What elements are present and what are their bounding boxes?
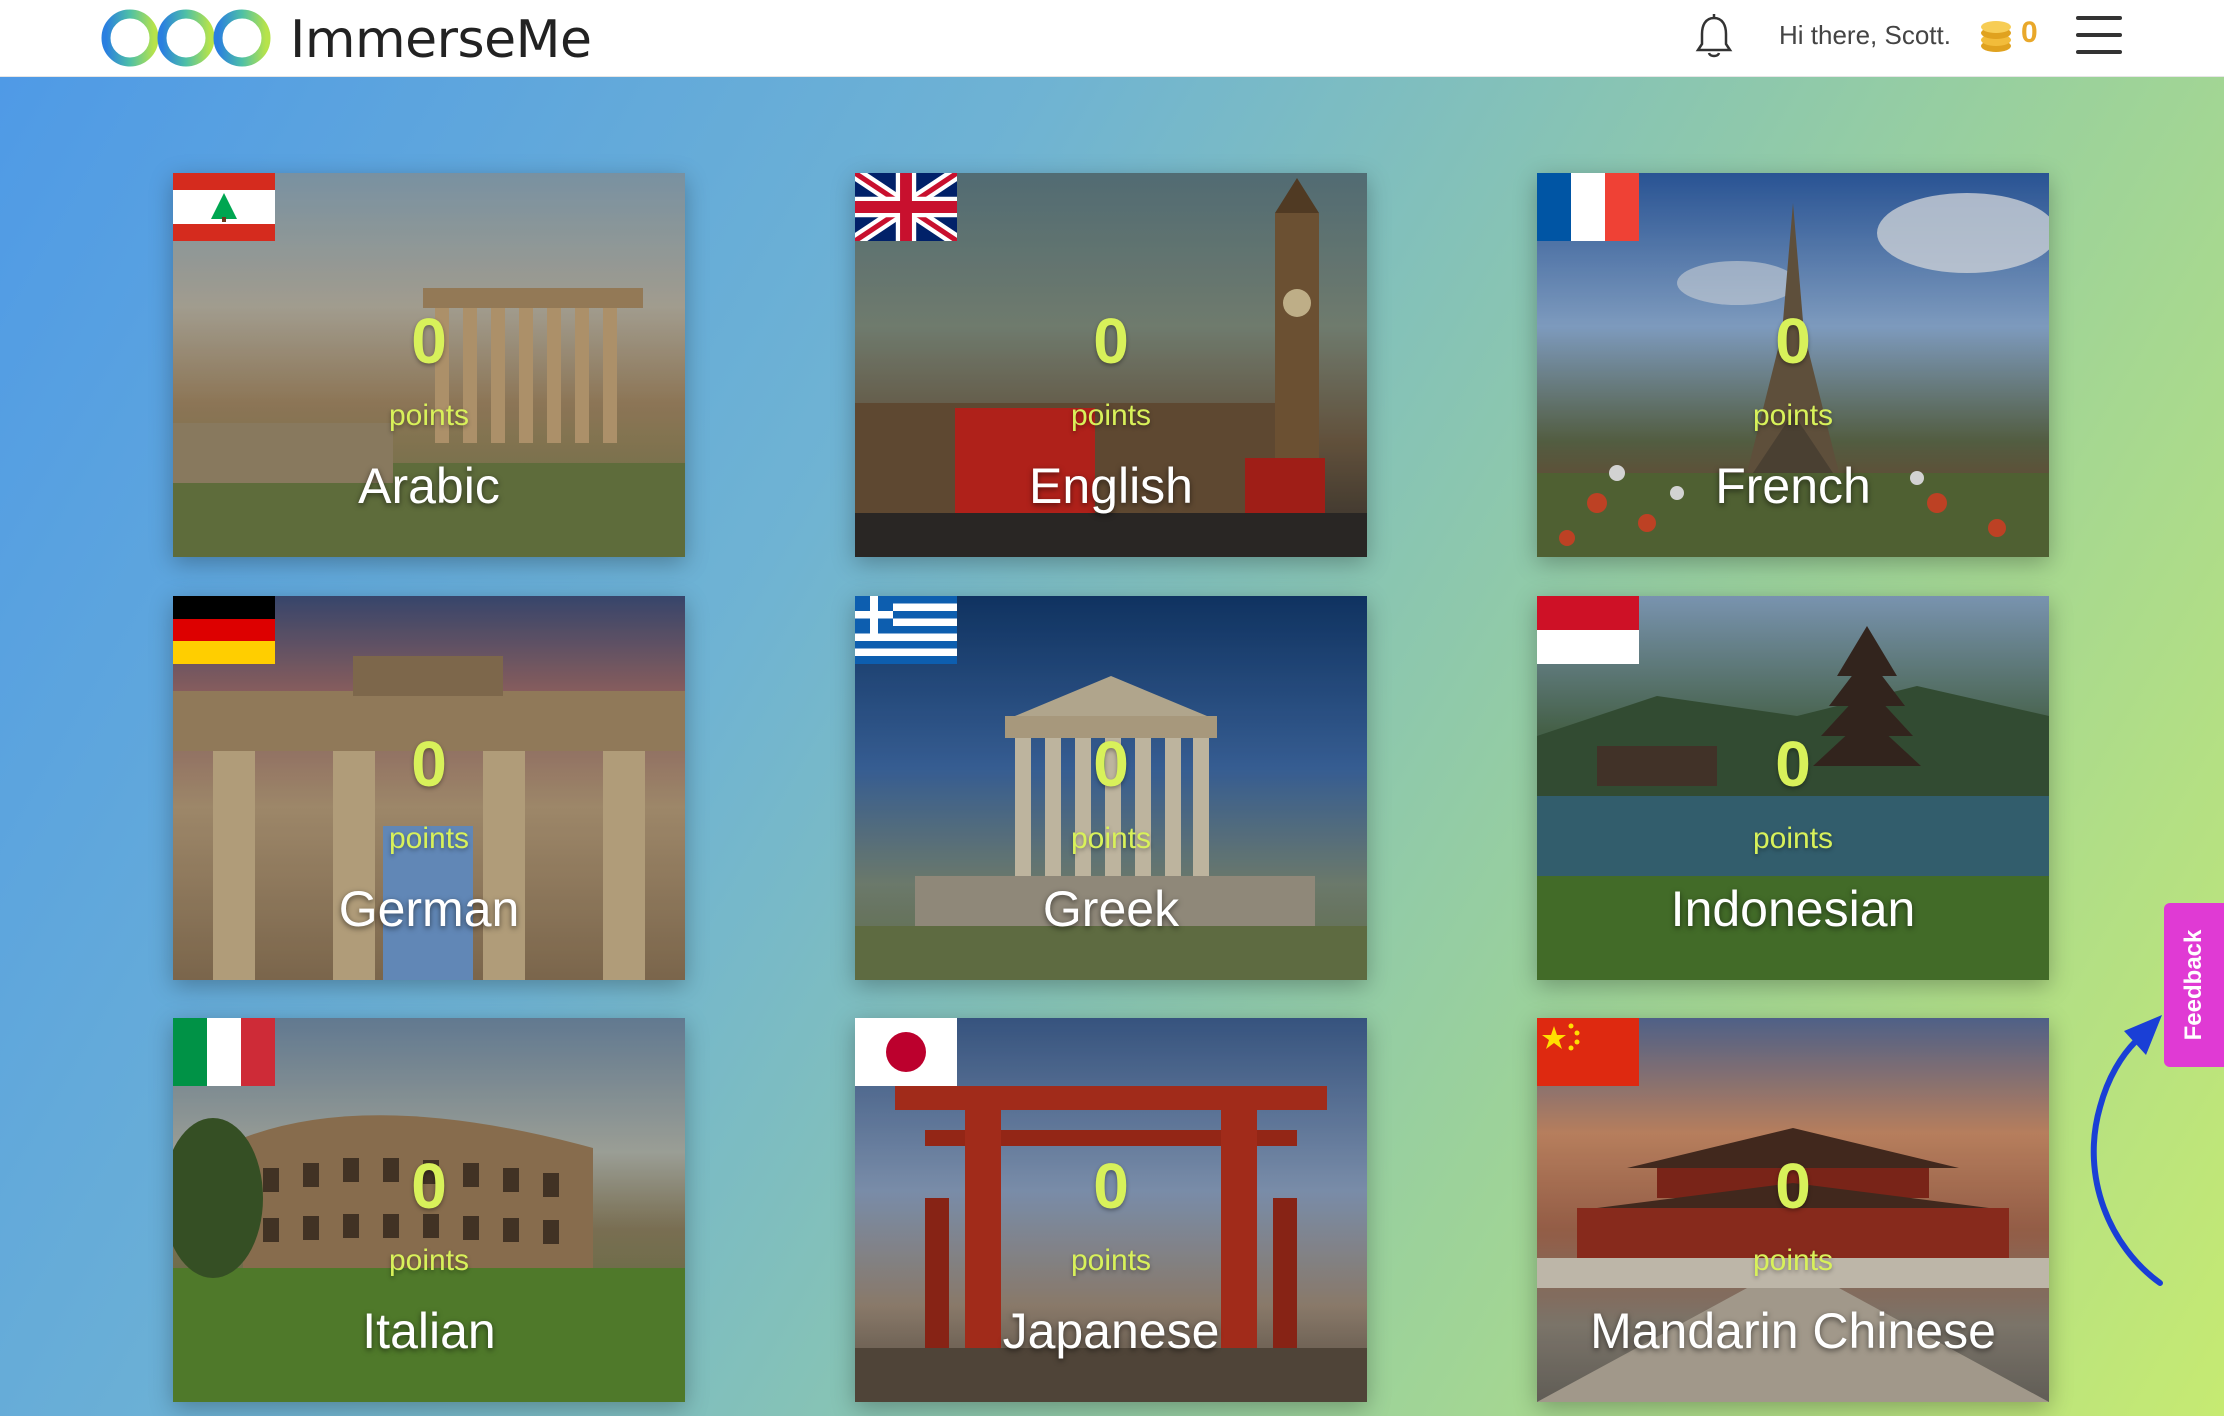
language-card-french[interactable]: 0 points French [1537,173,2049,557]
language-name: Indonesian [1670,881,1916,937]
points-value: 0 [411,728,447,800]
points-label: points [388,1244,470,1277]
language-name: Italian [362,1303,496,1359]
points-value: 0 [1093,1150,1129,1222]
points-value: 0 [1093,728,1129,800]
language-card-greek[interactable]: 0 points Greek [855,596,1367,980]
language-card-mandarin-chinese[interactable]: 0 points Mandarin Chinese [1537,1018,2049,1402]
language-card-italian[interactable]: 0 points Italian [173,1018,685,1402]
language-card-arabic[interactable]: 0 points Arabic [173,173,685,557]
notification-bell-icon[interactable] [1694,12,1734,60]
immerseme-logo-icon[interactable] [98,6,274,70]
china-flag-icon [1537,1018,1639,1086]
language-name: German [338,881,520,937]
user-greeting: Hi there, Scott. [1779,20,1951,50]
language-card-german[interactable]: 0 points German [173,596,685,980]
language-name: French [1715,458,1871,514]
language-grid: 0 points Arabic 0 points English 0 point… [0,77,2224,1416]
points-label: points [1070,1244,1152,1277]
language-name: Japanese [1002,1303,1220,1359]
points-label: points [388,822,470,855]
points-label: points [1070,399,1152,432]
language-name: Greek [1042,881,1180,937]
points-label: points [1752,399,1834,432]
feedback-tab[interactable]: Feedback [2164,903,2224,1067]
points-label: points [1752,822,1834,855]
annotation-arrow-icon [2090,1015,2163,1286]
france-flag-icon [1537,173,1639,241]
language-card-japanese[interactable]: 0 points Japanese [855,1018,1367,1402]
points-value: 0 [411,305,447,377]
uk-flag-icon [855,173,957,241]
points-value: 0 [1775,728,1811,800]
indonesia-flag-icon [1537,596,1639,664]
language-name: Mandarin Chinese [1590,1303,1996,1359]
hamburger-menu-icon[interactable] [2076,16,2122,54]
points-value: 0 [411,1150,447,1222]
italy-flag-icon [173,1018,275,1086]
points-value: 0 [1093,305,1129,377]
brand-name[interactable]: ImmerseMe [290,10,592,70]
coins-count: 0 [2021,16,2038,49]
germany-flag-icon [173,596,275,664]
greece-flag-icon [855,596,957,664]
points-label: points [388,399,470,432]
language-name: English [1029,458,1193,514]
top-navigation-bar: ImmerseMe Hi there, Scott. 0 [0,0,2224,77]
lebanon-flag-icon [173,173,275,241]
points-value: 0 [1775,1150,1811,1222]
feedback-label: Feedback [2180,929,2207,1041]
japan-flag-icon [855,1018,957,1086]
coins-icon [1981,21,2011,52]
points-label: points [1070,822,1152,855]
language-card-english[interactable]: 0 points English [855,173,1367,557]
language-card-indonesian[interactable]: 0 points Indonesian [1537,596,2049,980]
points-value: 0 [1775,305,1811,377]
language-name: Arabic [358,458,500,514]
points-label: points [1752,1244,1834,1277]
